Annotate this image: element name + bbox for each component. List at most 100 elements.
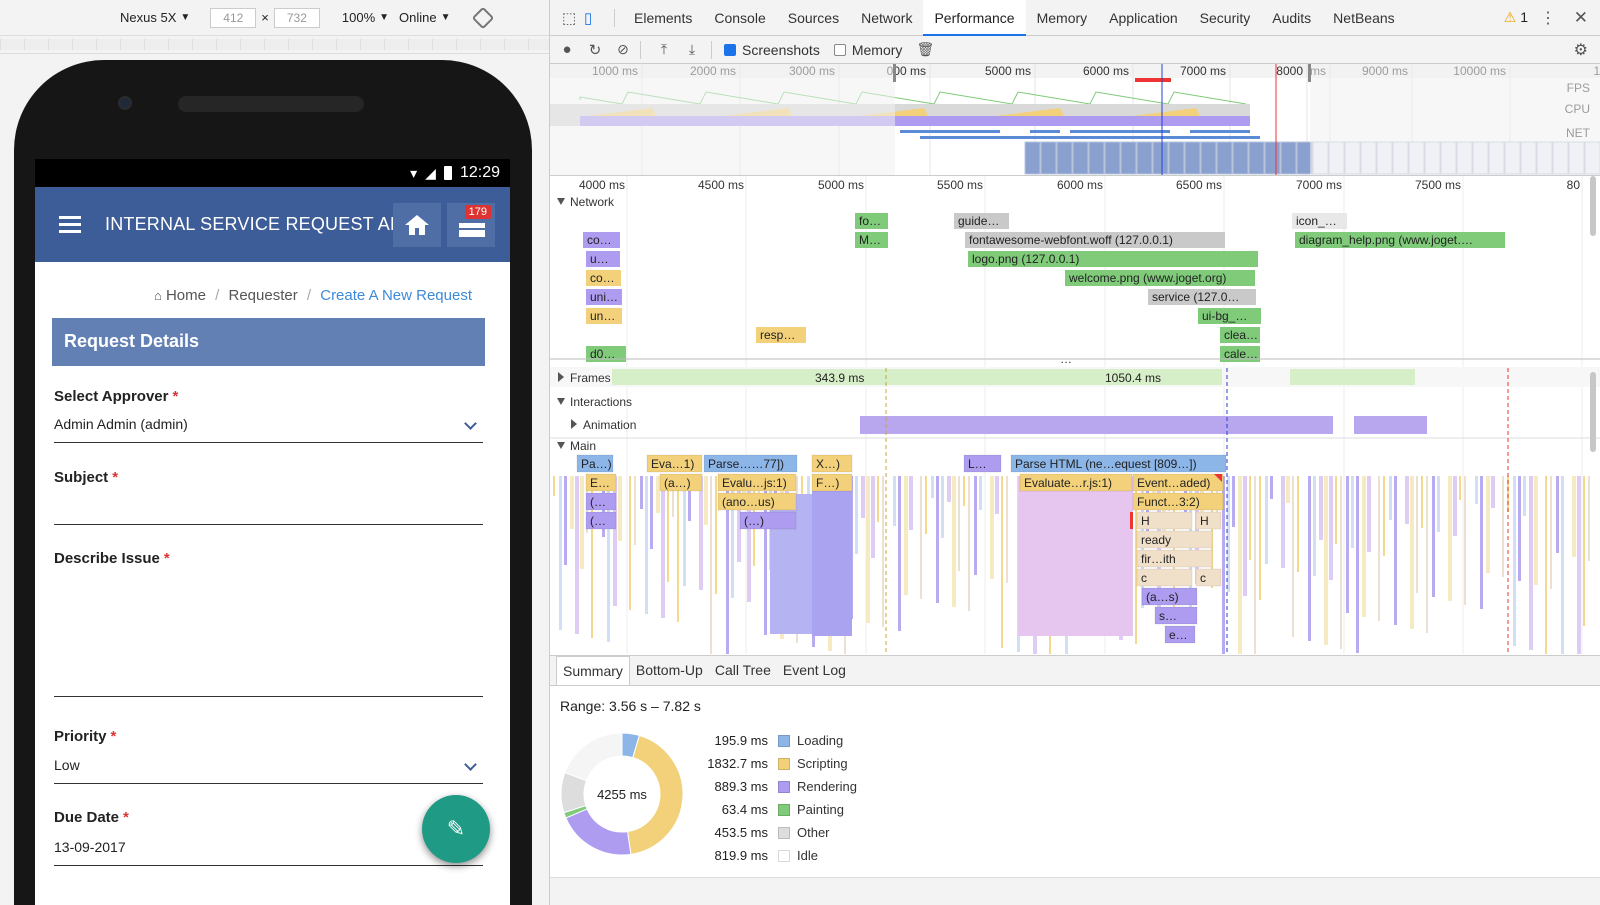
flame-column: [1518, 476, 1521, 581]
breadcrumb-current[interactable]: Create A New Request: [320, 287, 472, 304]
flame-column: [634, 476, 636, 545]
breadcrumb-requester[interactable]: Requester: [229, 287, 298, 304]
width-input[interactable]: 412: [210, 7, 257, 28]
main-track-label[interactable]: Main: [570, 439, 596, 453]
donut-slice-rendering: [565, 808, 632, 856]
subtab-summary[interactable]: Summary: [556, 656, 630, 685]
clear-icon[interactable]: ⊘: [612, 41, 634, 58]
height-input[interactable]: 732: [273, 7, 320, 28]
frames-track-label[interactable]: Frames: [570, 371, 611, 385]
breadcrumb: ⌂ Home / Requester / Create A New Reques…: [35, 287, 510, 304]
main-task-label: H: [1141, 514, 1150, 528]
legend-label: Painting: [797, 802, 844, 817]
network-request-label: resp…: [760, 328, 795, 342]
tab-elements[interactable]: Elements: [623, 0, 703, 36]
expand-arrow-icon[interactable]: [557, 198, 565, 205]
approver-select[interactable]: Admin Admin (admin): [54, 416, 483, 443]
subtab-call-tree[interactable]: Call Tree: [709, 656, 777, 685]
settings-gear-icon[interactable]: ⚙: [1574, 40, 1588, 60]
wifi-icon: ▾: [410, 164, 418, 181]
animation-bar[interactable]: [860, 416, 1333, 434]
tab-audits[interactable]: Audits: [1261, 0, 1322, 36]
tab-security[interactable]: Security: [1189, 0, 1262, 36]
selection-handle-left[interactable]: [893, 64, 896, 82]
tab-network[interactable]: Network: [850, 0, 923, 36]
animation-track-label[interactable]: Animation: [583, 418, 636, 432]
flame-column: [1486, 476, 1490, 573]
reload-record-icon[interactable]: ↻: [584, 41, 606, 59]
legend-row-scripting: 1832.7 ms Scripting: [685, 752, 857, 775]
devtools-tabbar: ⬚ ▯ Elements Console Sources Network Perform…: [550, 0, 1600, 36]
flame-column: [947, 476, 951, 502]
memory-checkbox[interactable]: Memory: [833, 42, 902, 58]
network-throttle-select[interactable]: Online ▼: [399, 10, 450, 25]
warning-icon: ⚠: [1503, 9, 1517, 25]
legend-swatch: [778, 826, 790, 839]
timeline-overview[interactable]: 1000 ms2000 ms3000 ms000 ms5000 ms6000 m…: [550, 64, 1600, 176]
flame-column: [1464, 476, 1466, 605]
issue-textarea[interactable]: [54, 577, 483, 697]
rotate-icon[interactable]: [471, 6, 494, 29]
due-date-input[interactable]: 13-09-2017: [54, 839, 483, 866]
tab-netbeans[interactable]: NetBeans: [1322, 0, 1405, 36]
menu-icon[interactable]: [59, 212, 81, 237]
flame-column: [1340, 476, 1342, 649]
inspect-element-icon[interactable]: ⬚: [562, 9, 584, 27]
overview-tick-label: 5000 ms: [985, 64, 1031, 78]
flame-column: [1491, 476, 1495, 508]
breadcrumb-home[interactable]: Home: [166, 287, 206, 304]
home-button[interactable]: [393, 203, 441, 247]
tab-memory[interactable]: Memory: [1026, 0, 1099, 36]
tab-console[interactable]: Console: [703, 0, 776, 36]
network-request-label: co…: [590, 271, 615, 285]
network-track-label[interactable]: Network: [570, 195, 615, 209]
device-ruler: [0, 36, 549, 54]
priority-select[interactable]: Low: [54, 757, 483, 784]
device-toggle-icon[interactable]: ▯: [584, 9, 606, 27]
close-icon[interactable]: ✕: [1574, 8, 1588, 28]
flame-column: [1335, 476, 1337, 544]
flame-column: [1437, 476, 1440, 532]
flame-column: [1432, 476, 1435, 597]
device-select[interactable]: Nexus 5X ▼: [120, 10, 190, 25]
resize-handle-dots[interactable]: …: [1060, 352, 1072, 366]
flame-column: [1426, 476, 1428, 633]
expand-arrow-icon[interactable]: [557, 442, 565, 449]
upload-icon[interactable]: ⤒: [653, 41, 675, 58]
flamechart-scrollbar[interactable]: [1590, 372, 1596, 452]
tab-sources[interactable]: Sources: [777, 0, 850, 36]
download-icon[interactable]: ⤓: [681, 41, 703, 58]
trash-icon[interactable]: 🗑: [914, 41, 936, 58]
ruler-ticks: [0, 39, 549, 50]
tab-application[interactable]: Application: [1098, 0, 1189, 36]
subtab-event-log[interactable]: Event Log: [777, 656, 852, 685]
network-scrollbar[interactable]: [1590, 176, 1596, 236]
warnings-counter[interactable]: ⚠ 1: [1504, 9, 1528, 26]
flame-column: [958, 476, 960, 571]
flame-column: [1561, 476, 1564, 654]
more-options-icon[interactable]: ⋮: [1540, 8, 1556, 28]
animation-bar[interactable]: [1354, 416, 1427, 434]
tab-performance[interactable]: Performance: [923, 0, 1026, 36]
inbox-icon: [459, 223, 485, 237]
screenshots-checkbox[interactable]: Screenshots: [724, 42, 820, 58]
flame-column: [963, 476, 965, 506]
expand-arrow-icon[interactable]: [571, 419, 577, 429]
edit-fab-button[interactable]: ✎: [422, 795, 490, 863]
zoom-select[interactable]: 100% ▼: [342, 10, 389, 25]
selection-handle-right[interactable]: [1308, 64, 1311, 82]
subtab-bottom-up[interactable]: Bottom-Up: [630, 656, 709, 685]
timeline-flamechart[interactable]: 4000 ms 4500 ms 5000 ms 5500 ms 6000 ms 6500 …: [550, 176, 1600, 654]
long-task-marker: [1130, 512, 1133, 529]
flame-column: [629, 476, 631, 610]
subject-input[interactable]: [54, 497, 483, 525]
expand-arrow-icon[interactable]: [557, 398, 565, 405]
record-icon[interactable]: ●: [556, 41, 578, 58]
flame-column: [1308, 476, 1311, 641]
flame-column: [990, 476, 994, 579]
inbox-button[interactable]: 179: [447, 203, 495, 247]
frame-duration: 1050.4 ms: [1105, 371, 1161, 385]
legend-swatch: [778, 803, 790, 816]
flame-column: [1006, 476, 1008, 583]
interactions-track-label[interactable]: Interactions: [570, 395, 632, 409]
